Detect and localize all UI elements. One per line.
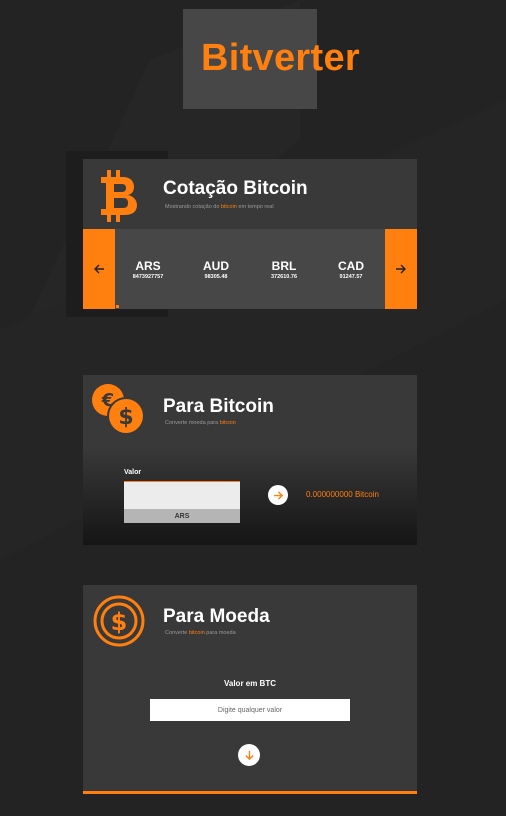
arrow-right-icon bbox=[396, 264, 406, 274]
currency-code: ARS bbox=[135, 259, 161, 273]
currency-value: 91247.57 bbox=[339, 274, 363, 280]
btc-value-label: Valor em BTC bbox=[223, 679, 276, 688]
to-bitcoin-subtitle: Converte moeda para bitcoin bbox=[165, 420, 236, 426]
value-input[interactable] bbox=[124, 481, 240, 509]
to-currency-subtitle: Converte bitcoin para moeda bbox=[165, 630, 236, 636]
arrow-right-icon bbox=[273, 490, 283, 500]
convert-to-currency-button[interactable] bbox=[238, 744, 260, 766]
to-currency-card: $ Para Moeda Converte bitcoin para moeda… bbox=[83, 585, 417, 794]
currency-value: 98305.48 bbox=[204, 274, 228, 280]
arrow-left-icon bbox=[94, 264, 104, 274]
svg-text:$: $ bbox=[111, 608, 128, 636]
carousel-indicator bbox=[116, 305, 119, 308]
currency-coins-icon: € $ bbox=[92, 384, 145, 435]
currency-code: CAD bbox=[338, 259, 364, 273]
currency-code: AUD bbox=[203, 259, 229, 273]
svg-text:$: $ bbox=[118, 405, 133, 430]
to-bitcoin-title: Para Bitcoin bbox=[163, 396, 274, 417]
dollar-coin-icon: $ bbox=[93, 595, 145, 647]
currency-select[interactable]: ARS bbox=[124, 509, 240, 523]
currency-carousel: ARS 8473927757 AUD 98305.48 BRL 372610.7… bbox=[83, 229, 417, 309]
rates-title: Cotação Bitcoin bbox=[163, 178, 308, 199]
convert-to-bitcoin-button[interactable] bbox=[268, 485, 288, 505]
app-logo[interactable]: Bitverter bbox=[201, 37, 360, 80]
bitcoin-icon bbox=[101, 170, 137, 222]
value-label: Valor bbox=[124, 469, 142, 476]
rates-subtitle: Mostrando cotação do bitcoin em tempo re… bbox=[165, 204, 274, 210]
carousel-next-button[interactable] bbox=[385, 229, 417, 309]
to-bitcoin-card: € $ Para Bitcoin Converte moeda para bit… bbox=[83, 375, 417, 545]
currency-code: BRL bbox=[271, 259, 297, 273]
currency-value: 372610.76 bbox=[271, 274, 297, 280]
btc-value-input[interactable]: Digite qualquer valor bbox=[150, 699, 350, 721]
rates-card: Cotação Bitcoin Mostrando cotação do bit… bbox=[83, 159, 417, 309]
arrow-down-icon bbox=[244, 750, 254, 760]
to-currency-title: Para Moeda bbox=[163, 606, 270, 627]
currency-value: 8473927757 bbox=[132, 274, 164, 280]
bitcoin-result: 0.000000000 Bitcoin bbox=[306, 490, 379, 499]
carousel-prev-button[interactable] bbox=[83, 229, 115, 309]
